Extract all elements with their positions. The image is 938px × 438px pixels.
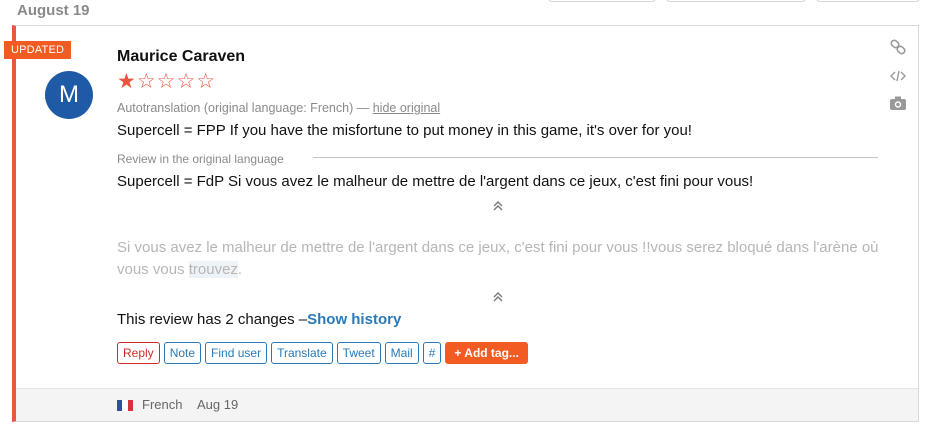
autotranslation-label: Autotranslation (original language: Fren…: [117, 101, 370, 115]
avatar[interactable]: M: [45, 71, 93, 119]
chevron-double-up-icon[interactable]: [491, 290, 505, 304]
review-card: UPDATED M Maurice Caraven ★☆☆☆☆ Autotran…: [4, 25, 919, 422]
find-user-button[interactable]: Find user: [205, 342, 268, 364]
tweet-button[interactable]: Tweet: [336, 342, 381, 364]
hide-original-link[interactable]: hide original: [373, 101, 440, 115]
top-control-stub[interactable]: [548, 0, 656, 2]
translated-review-text: Supercell = FPP If you have the misfortu…: [117, 122, 692, 139]
star-rating: ★☆☆☆☆: [117, 70, 216, 94]
divider: [313, 157, 878, 158]
star-empty-icon: ☆☆☆☆: [136, 70, 217, 93]
chevron-double-up-icon[interactable]: [491, 199, 505, 213]
hash-button[interactable]: #: [422, 342, 442, 364]
original-language-label: Review in the original language: [117, 152, 284, 166]
flag-france-icon: [117, 400, 133, 411]
add-tag-button[interactable]: + Add tag...: [445, 342, 528, 364]
autotranslation-note: Autotranslation (original language: Fren…: [117, 101, 440, 115]
original-review-text: Supercell = FdP Si vous avez le malheur …: [117, 173, 754, 190]
date-header: August 19: [17, 2, 90, 19]
review-footer: French Aug 19: [16, 388, 918, 421]
mail-button[interactable]: Mail: [384, 342, 419, 364]
note-button[interactable]: Note: [163, 342, 202, 364]
top-control-stub[interactable]: [816, 0, 920, 2]
changes-summary: This review has 2 changes –Show history: [117, 311, 401, 328]
camera-icon[interactable]: [888, 94, 908, 112]
action-bar: Reply Note Find user Translate Tweet Mai…: [117, 342, 528, 364]
star-filled-icon: ★: [117, 70, 137, 93]
author-name[interactable]: Maurice Caraven: [117, 48, 245, 66]
footer-language: French: [142, 397, 183, 412]
updated-badge: UPDATED: [4, 41, 72, 59]
reply-button[interactable]: Reply: [117, 342, 160, 364]
footer-date: Aug 19: [197, 397, 239, 412]
previous-text-end: .: [237, 261, 243, 278]
show-history-link[interactable]: Show history: [307, 311, 401, 328]
code-icon[interactable]: [888, 67, 908, 85]
previous-text-highlight: trouvez: [188, 261, 238, 278]
link-icon[interactable]: [888, 38, 908, 56]
previous-version-text: Si vous avez le malheur de mettre de l'a…: [117, 237, 887, 281]
translate-button[interactable]: Translate: [271, 342, 333, 364]
top-control-stub[interactable]: [666, 0, 806, 2]
changes-text: This review has 2 changes –: [117, 311, 308, 328]
